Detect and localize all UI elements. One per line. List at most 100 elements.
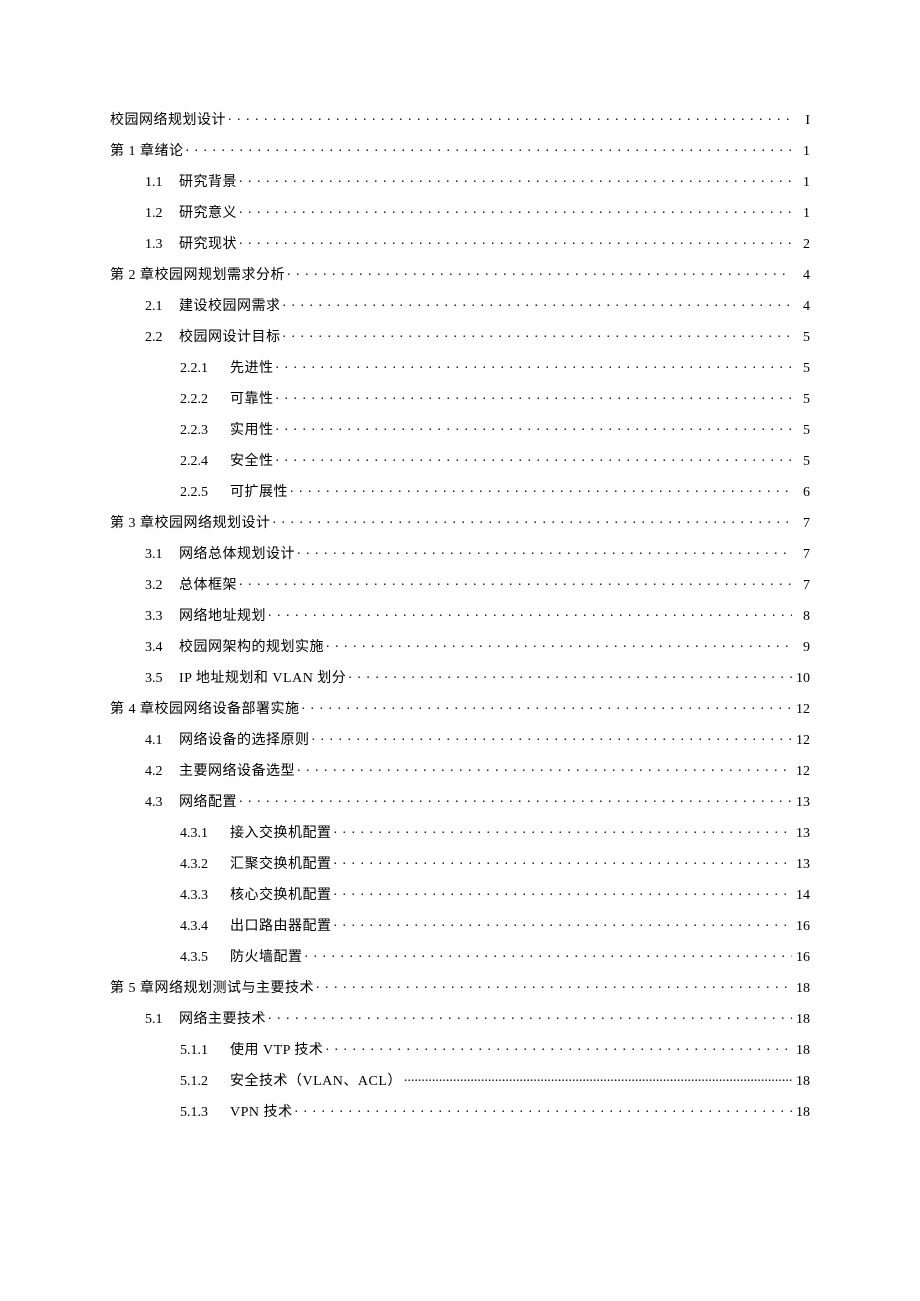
toc-entry-number: 1.2 — [145, 207, 179, 221]
toc-leader-dots — [276, 358, 793, 372]
toc-entry-number: 5.1 — [145, 1013, 179, 1027]
toc-leader-dots — [297, 544, 792, 558]
toc-entry-page: 4 — [794, 300, 810, 314]
toc-leader-dots — [268, 1009, 792, 1023]
toc-entry-title: 校园网架构的规划实施 — [179, 641, 324, 655]
toc-leader-dots — [348, 668, 792, 682]
toc-entry-title: 网络总体规划设计 — [179, 548, 295, 562]
toc-entry-number: 4.3.4 — [180, 920, 230, 934]
toc-entry-number: 5.1.3 — [180, 1106, 230, 1120]
toc-leader-dots — [287, 265, 792, 279]
toc-entry-number: 4.3.5 — [180, 951, 230, 965]
toc-entry: 3.1网络总体规划设计7 — [110, 544, 810, 575]
toc-entry: 2.2.2可靠性 5 — [110, 389, 810, 420]
toc-entry: 4.1网络设备的选择原则12 — [110, 730, 810, 761]
toc-entry-number: 2.2 — [145, 331, 179, 345]
toc-leader-dots — [312, 730, 793, 744]
toc-entry-page: 7 — [794, 517, 810, 531]
toc-leader-dots — [228, 110, 792, 124]
toc-entry: 1.3研究现状2 — [110, 234, 810, 265]
toc-entry-title: 第 5 章网络规划测试与主要技术 — [110, 982, 314, 996]
toc-entry-title: 网络配置 — [179, 796, 237, 810]
toc-entry-title: 可靠性 — [230, 393, 274, 407]
toc-entry: 2.2.1先进性5 — [110, 358, 810, 389]
toc-entry-page: 5 — [794, 362, 810, 376]
toc-entry-number: 3.4 — [145, 641, 179, 655]
toc-entry-number: 2.2.5 — [180, 486, 230, 500]
toc-entry: 4.3.3核心交换机配置14 — [110, 885, 810, 916]
toc-entry-title: 防火墙配置 — [230, 951, 303, 965]
toc-entry-page: 5 — [794, 393, 810, 407]
toc-leader-dots — [239, 172, 792, 186]
toc-entry-page: 5 — [794, 331, 810, 345]
table-of-contents: 校园网络规划设计I第 1 章绪论11.1研究背景11.2研究意义11.3研究现状… — [110, 110, 810, 1133]
toc-entry: 4.3.5防火墙配置 16 — [110, 947, 810, 978]
toc-leader-dots — [268, 606, 792, 620]
toc-entry: 4.2主要网络设备选型 12 — [110, 761, 810, 792]
toc-entry-number: 3.5 — [145, 672, 179, 686]
toc-entry-number: 2.2.2 — [180, 393, 230, 407]
toc-entry-title: 网络主要技术 — [179, 1013, 266, 1027]
toc-entry-number: 4.3 — [145, 796, 179, 810]
toc-entry-title: 安全性 — [230, 455, 274, 469]
toc-leader-dots — [273, 513, 793, 527]
toc-entry-title: 校园网设计目标 — [179, 331, 281, 345]
toc-entry-title: 建设校园网需求 — [179, 300, 281, 314]
document-page: 校园网络规划设计I第 1 章绪论11.1研究背景11.2研究意义11.3研究现状… — [0, 0, 920, 1301]
toc-entry-title: 研究背景 — [179, 176, 237, 190]
toc-entry-number: 4.3.3 — [180, 889, 230, 903]
toc-leader-dots — [186, 141, 793, 155]
toc-leader-dots — [295, 1102, 792, 1116]
toc-leader-dots — [334, 885, 793, 899]
toc-entry-page: 9 — [794, 641, 810, 655]
toc-leader-dots — [276, 389, 793, 403]
toc-entry-title: 主要网络设备选型 — [179, 765, 295, 779]
toc-entry-number: 1.1 — [145, 176, 179, 190]
toc-entry-title: 实用性 — [230, 424, 274, 438]
toc-entry-page: 13 — [794, 827, 810, 841]
toc-entry: 1.1研究背景 1 — [110, 172, 810, 203]
toc-entry-page: 7 — [794, 548, 810, 562]
toc-entry-page: 2 — [794, 238, 810, 252]
toc-entry-page: 8 — [794, 610, 810, 624]
toc-leader-dots — [239, 203, 792, 217]
toc-entry-title: 可扩展性 — [230, 486, 288, 500]
toc-leader-dots — [326, 637, 792, 651]
toc-entry-number: 4.1 — [145, 734, 179, 748]
toc-entry: 3.2总体框架7 — [110, 575, 810, 606]
toc-entry: 4.3.2汇聚交换机配置13 — [110, 854, 810, 885]
toc-entry: 4.3网络配置13 — [110, 792, 810, 823]
toc-entry: 5.1.2安全技术（VLAN、ACL）18 — [110, 1071, 810, 1102]
toc-entry-page: 18 — [794, 982, 810, 996]
toc-entry-number: 4.2 — [145, 765, 179, 779]
toc-entry: 第 4 章校园网络设备部署实施12 — [110, 699, 810, 730]
toc-entry-page: 16 — [794, 951, 810, 965]
toc-entry-page: 12 — [794, 765, 810, 779]
toc-entry: 5.1.1使用 VTP 技术18 — [110, 1040, 810, 1071]
toc-entry: 3.5IP 地址规划和 VLAN 划分10 — [110, 668, 810, 699]
toc-entry-number: 2.2.1 — [180, 362, 230, 376]
toc-entry-title: 出口路由器配置 — [230, 920, 332, 934]
toc-entry-page: 1 — [794, 145, 810, 159]
toc-leader-dots — [239, 575, 792, 589]
toc-entry-title: 网络地址规划 — [179, 610, 266, 624]
toc-leader-dots — [316, 978, 792, 992]
toc-entry-page: 10 — [794, 672, 810, 686]
toc-entry-title: 第 3 章校园网络规划设计 — [110, 517, 271, 531]
toc-entry: 5.1网络主要技术18 — [110, 1009, 810, 1040]
toc-leader-dots — [334, 916, 793, 930]
toc-entry-page: 1 — [794, 176, 810, 190]
toc-entry-number: 2.1 — [145, 300, 179, 314]
toc-leader-dots — [239, 234, 792, 248]
toc-entry: 3.4校园网架构的规划实施 9 — [110, 637, 810, 668]
toc-entry: 2.2.3实用性5 — [110, 420, 810, 451]
toc-entry: 第 3 章校园网络规划设计 7 — [110, 513, 810, 544]
toc-leader-dots — [276, 451, 793, 465]
toc-entry-number: 2.2.4 — [180, 455, 230, 469]
toc-leader-dots — [283, 327, 793, 341]
toc-entry: 2.1建设校园网需求 4 — [110, 296, 810, 327]
toc-entry-page: 18 — [794, 1075, 810, 1089]
toc-entry-title: 接入交换机配置 — [230, 827, 332, 841]
toc-leader-dots — [302, 699, 793, 713]
toc-leader-dots — [325, 1040, 792, 1054]
